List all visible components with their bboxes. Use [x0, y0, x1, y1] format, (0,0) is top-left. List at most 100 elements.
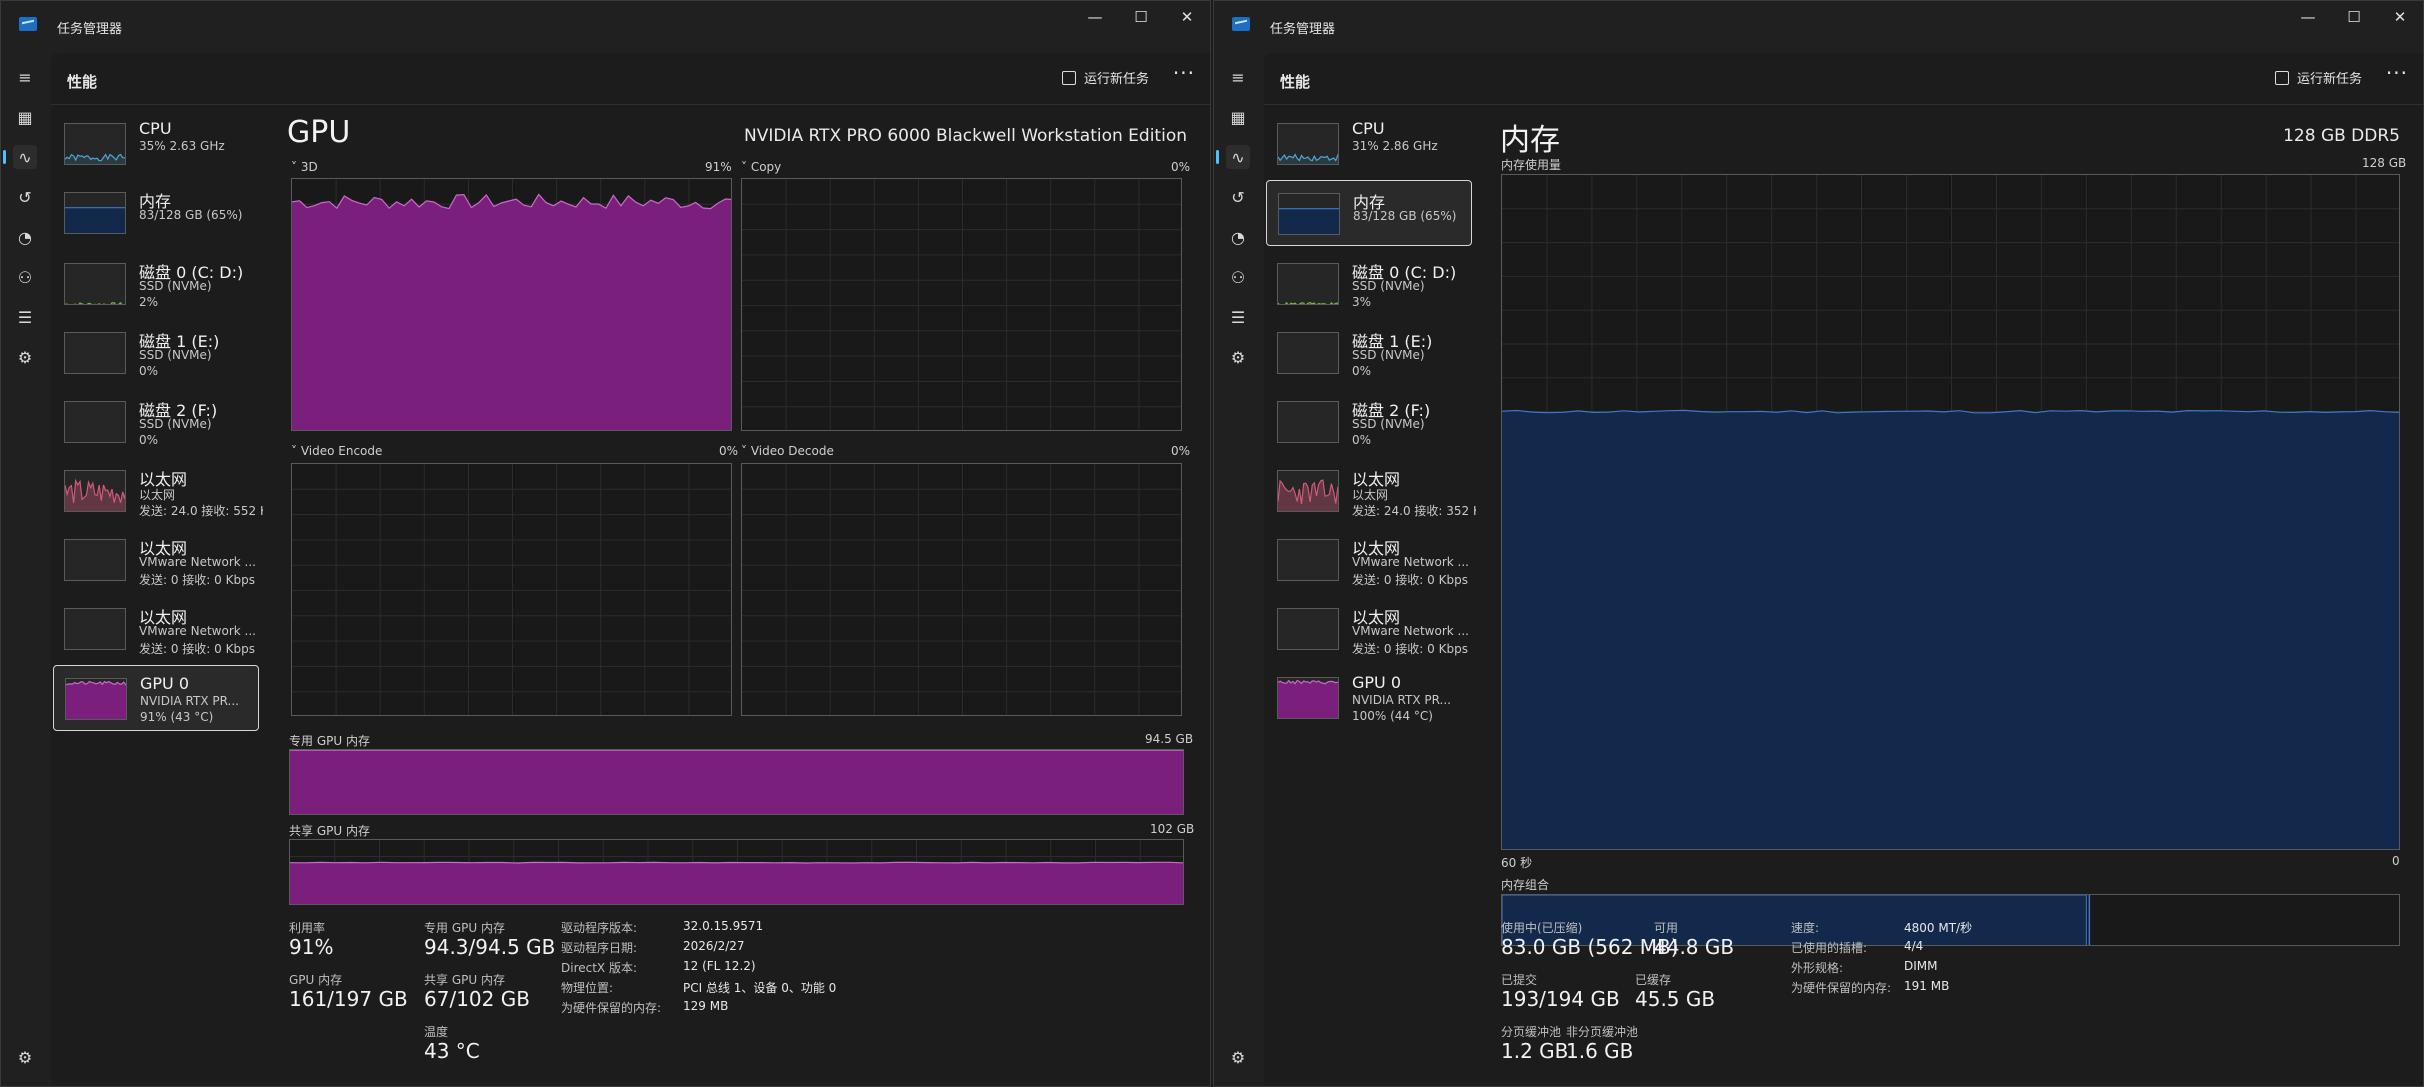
- stat-value-committed: 193/194 GB: [1501, 987, 1620, 1011]
- graph-video-encode: [291, 463, 732, 716]
- menu-icon[interactable]: ≡: [13, 65, 37, 89]
- detail-key: 为硬件保留的内存:: [561, 1001, 662, 1015]
- engine-label-video-encode[interactable]: ˅ Video Encode: [291, 444, 382, 458]
- detail-key: 速度:: [1791, 921, 1820, 935]
- device-thumbnail: [65, 678, 127, 720]
- users-icon[interactable]: ⚇: [13, 265, 37, 289]
- device-item-net[interactable]: 以太网 以太网 发送: 24.0 接收: 552 K: [53, 458, 263, 524]
- detail-key: 为硬件保留的内存:: [1791, 981, 1892, 995]
- maximize-button[interactable]: ☐: [2331, 5, 2377, 29]
- title-bar[interactable]: 任务管理器 — ☐ ✕: [1, 1, 1210, 51]
- device-thumbnail: [64, 332, 126, 374]
- services-icon[interactable]: ⚙: [1226, 345, 1250, 369]
- engine-name: Copy: [750, 160, 782, 174]
- services-icon[interactable]: ⚙: [13, 345, 37, 369]
- device-sub: 以太网: [1352, 488, 1389, 502]
- more-options-button[interactable]: ···: [1173, 61, 1195, 85]
- close-button[interactable]: ✕: [2377, 5, 2423, 29]
- details-icon[interactable]: ☰: [1226, 305, 1250, 329]
- detail-key: 驱动程序日期:: [561, 941, 638, 955]
- device-thumbnail: [1278, 193, 1340, 235]
- startup-apps-icon[interactable]: ◔: [13, 225, 37, 249]
- device-item-cpu[interactable]: CPU 35% 2.63 GHz: [53, 111, 259, 177]
- device-item-disk[interactable]: 磁盘 0 (C: D:) SSD (NVMe) 3%: [1266, 251, 1472, 317]
- app-history-icon[interactable]: ↺: [1226, 185, 1250, 209]
- detail-value: 12 (FL 12.2): [683, 959, 756, 973]
- device-name: CPU: [139, 119, 172, 138]
- device-item-cpu[interactable]: CPU 31% 2.86 GHz: [1266, 111, 1472, 177]
- stat-label: 共享 GPU 内存: [424, 973, 505, 987]
- dedicated-gpu-memory-label: 专用 GPU 内存: [289, 734, 370, 748]
- dedicated-gpu-memory-graph: [289, 749, 1184, 815]
- run-task-icon: [2274, 70, 2289, 85]
- device-item-empty[interactable]: 以太网 VMware Network ... 发送: 0 接收: 0 Kbps: [53, 596, 259, 662]
- minimize-button[interactable]: —: [1072, 5, 1118, 29]
- device-sub: 83/128 GB (65%): [1353, 209, 1457, 223]
- device-sub2: 发送: 0 接收: 0 Kbps: [139, 573, 255, 587]
- performance-icon[interactable]: ∿: [1216, 145, 1250, 169]
- detail-value: DIMM: [1904, 959, 1938, 973]
- stat-label: 已提交: [1501, 973, 1538, 987]
- device-sub: SSD (NVMe): [139, 417, 212, 431]
- startup-apps-icon[interactable]: ◔: [1226, 225, 1250, 249]
- more-options-button[interactable]: ···: [2386, 61, 2408, 85]
- window-title: 任务管理器: [1270, 22, 1336, 37]
- engine-pct-3d: 91%: [705, 160, 732, 174]
- run-new-task-button[interactable]: 运行新任务: [1061, 68, 1149, 87]
- device-item-empty[interactable]: 磁盘 1 (E:) SSD (NVMe) 0%: [1266, 320, 1472, 386]
- settings-icon[interactable]: ⚙: [13, 1045, 37, 1069]
- processes-icon[interactable]: ▦: [1226, 105, 1250, 129]
- processes-icon[interactable]: ▦: [13, 105, 37, 129]
- engine-name: Video Decode: [750, 444, 834, 458]
- minimize-button[interactable]: —: [2285, 5, 2331, 29]
- device-thumbnail: [1277, 401, 1339, 443]
- app-history-icon[interactable]: ↺: [13, 185, 37, 209]
- shared-gpu-memory-max: 102 GB: [1150, 822, 1195, 836]
- device-item-empty[interactable]: 磁盘 2 (F:) SSD (NVMe) 0%: [53, 389, 259, 455]
- device-item-gpu[interactable]: GPU 0 NVIDIA RTX PR... 91% (43 °C): [53, 665, 259, 731]
- graph-video-decode: [741, 463, 1182, 716]
- stat-label: GPU 内存: [289, 973, 343, 987]
- performance-page: 性能 运行新任务 ··· CPU 35% 2.63 GHz 内存 83/128 GB …: [51, 53, 1210, 1086]
- details-icon[interactable]: ☰: [13, 305, 37, 329]
- stat-value-available: 44.8 GB: [1654, 935, 1735, 959]
- engine-label-video-decode[interactable]: ˅ Video Decode: [741, 444, 834, 458]
- detail-value: 129 MB: [683, 999, 729, 1013]
- task-manager-window-memory: 任务管理器 — ☐ ✕ ≡ ▦ ∿ ↺ ◔ ⚇ ☰ ⚙ ⚙ 性能 运行新任务 ·…: [1213, 0, 2424, 1087]
- memory-model: 128 GB DDR5: [2283, 126, 2400, 146]
- detail-value: 4800 MT/秒: [1904, 921, 1973, 935]
- device-sub: NVIDIA RTX PR...: [1352, 693, 1451, 707]
- run-new-task-button[interactable]: 运行新任务: [2274, 68, 2362, 87]
- device-item-mem[interactable]: 内存 83/128 GB (65%): [53, 180, 259, 246]
- device-item-empty[interactable]: 磁盘 2 (F:) SSD (NVMe) 0%: [1266, 389, 1472, 455]
- header-divider: [51, 104, 1210, 105]
- device-name: CPU: [1352, 119, 1385, 138]
- device-item-mem[interactable]: 内存 83/128 GB (65%): [1266, 180, 1472, 246]
- memory-usage-label: 内存使用量: [1501, 158, 1562, 172]
- device-item-empty[interactable]: 以太网 VMware Network ... 发送: 0 接收: 0 Kbps: [53, 527, 259, 593]
- maximize-button[interactable]: ☐: [1118, 5, 1164, 29]
- device-item-empty[interactable]: 以太网 VMware Network ... 发送: 0 接收: 0 Kbps: [1266, 596, 1472, 662]
- engine-label-3d[interactable]: ˅ 3D: [291, 160, 318, 174]
- title-bar[interactable]: 任务管理器 — ☐ ✕: [1214, 1, 2423, 51]
- menu-icon[interactable]: ≡: [1226, 65, 1250, 89]
- device-sub: 83/128 GB (65%): [139, 208, 243, 222]
- device-name: GPU 0: [140, 674, 190, 693]
- device-item-disk[interactable]: 磁盘 0 (C: D:) SSD (NVMe) 2%: [53, 251, 259, 317]
- device-thumbnail: [64, 123, 126, 165]
- device-item-empty[interactable]: 磁盘 1 (E:) SSD (NVMe) 0%: [53, 320, 259, 386]
- performance-icon[interactable]: ∿: [3, 145, 37, 169]
- header-divider: [1264, 104, 2423, 105]
- stat-label: 利用率: [289, 921, 326, 935]
- settings-icon[interactable]: ⚙: [1226, 1045, 1250, 1069]
- device-sub2: 100% (44 °C): [1352, 709, 1433, 723]
- detail-key: DirectX 版本:: [561, 961, 638, 975]
- device-item-empty[interactable]: 以太网 VMware Network ... 发送: 0 接收: 0 Kbps: [1266, 527, 1472, 593]
- engine-label-copy[interactable]: ˅ Copy: [741, 160, 781, 174]
- page-title: 性能: [67, 73, 98, 91]
- close-button[interactable]: ✕: [1164, 5, 1210, 29]
- users-icon[interactable]: ⚇: [1226, 265, 1250, 289]
- stat-value-paged-pool: 1.2 GB: [1501, 1039, 1569, 1063]
- device-item-net[interactable]: 以太网 以太网 发送: 24.0 接收: 352 K: [1266, 458, 1476, 524]
- device-item-gpu[interactable]: GPU 0 NVIDIA RTX PR... 100% (44 °C): [1266, 665, 1472, 731]
